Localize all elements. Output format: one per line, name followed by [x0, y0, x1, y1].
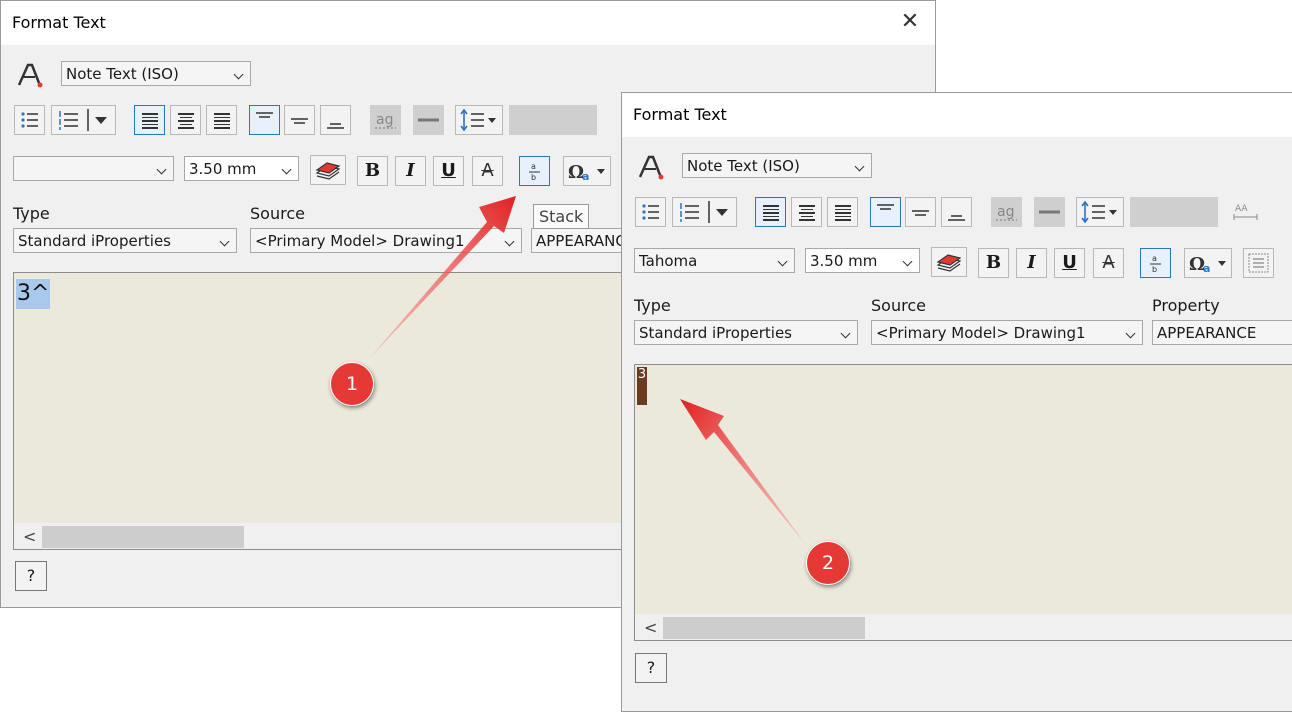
callout-arrow-2 — [680, 399, 806, 545]
callout-badge-2: 2 — [806, 541, 850, 585]
callout-arrows — [368, 196, 806, 545]
callout-arrow-1 — [368, 196, 516, 360]
callout-badge-1: 1 — [330, 362, 374, 406]
